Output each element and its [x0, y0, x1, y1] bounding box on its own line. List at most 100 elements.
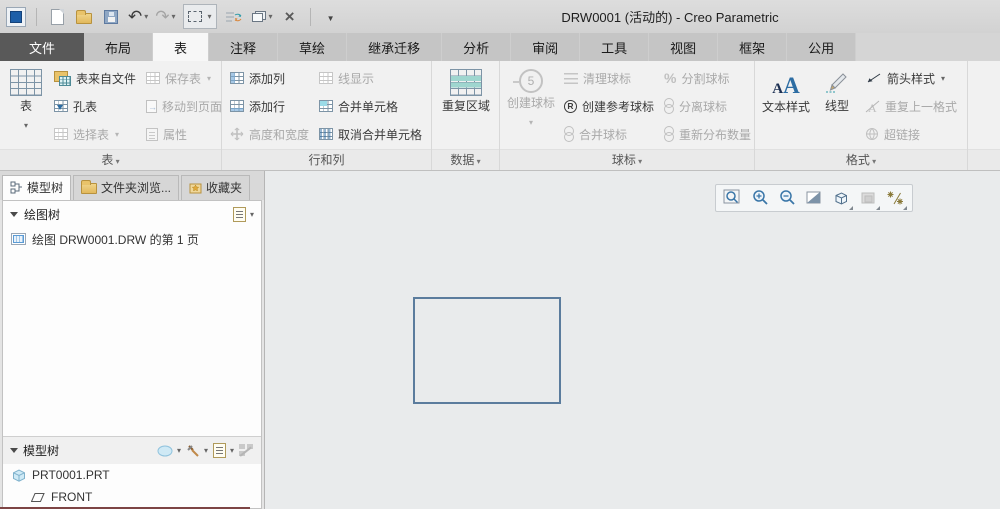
create-ref-balloon-button[interactable]: 创建参考球标: [559, 92, 659, 120]
redistribute-qty-button[interactable]: 重新分布数量: [659, 120, 756, 148]
move-to-page-button[interactable]: 移动到页面: [141, 92, 227, 120]
zoom-selection-button[interactable]: [721, 187, 745, 210]
table-button[interactable]: 表: [3, 64, 49, 131]
datum-display-button[interactable]: [883, 187, 907, 210]
detach-balloons-button[interactable]: 分离球标: [659, 92, 756, 120]
tree-options-icon: [212, 443, 226, 458]
split-balloons-button[interactable]: 分割球标: [659, 64, 756, 92]
qat-customize-button[interactable]: [321, 5, 341, 29]
drawing-tree-settings-button[interactable]: [232, 207, 254, 222]
create-balloon-button[interactable]: 5 创建球标: [503, 64, 559, 128]
select-table-icon: [54, 128, 68, 140]
add-column-icon: [230, 72, 244, 84]
text-style-button[interactable]: AA 文本样式: [758, 64, 814, 114]
model-tree-item-part[interactable]: PRT0001.PRT: [3, 464, 261, 486]
tab-legacy-migration[interactable]: 继承迁移: [347, 33, 443, 61]
tab-common[interactable]: 公用: [787, 33, 857, 61]
chevron-down-icon: [24, 117, 28, 131]
select-table-button[interactable]: 选择表: [49, 120, 141, 148]
height-width-button[interactable]: 高度和宽度: [225, 120, 314, 148]
split-balloons-icon: [664, 71, 676, 86]
quick-access-toolbar: [6, 4, 341, 29]
tab-sketch[interactable]: 草绘: [278, 33, 348, 61]
merge-balloons-button[interactable]: 合并球标: [559, 120, 659, 148]
redo-button[interactable]: [155, 5, 175, 29]
ribbon-group-balloon: 5 创建球标 清理球标 创建参考球标 合并球标: [500, 61, 755, 170]
model-tree-showhide-button[interactable]: [239, 444, 254, 457]
arrow-style-button[interactable]: 箭头样式: [860, 64, 962, 92]
tab-annotate[interactable]: 注释: [209, 33, 279, 61]
unmerge-cells-button[interactable]: 取消合并单元格: [314, 120, 427, 148]
repeat-last-format-icon: A: [865, 100, 880, 113]
redistribute-qty-icon: [664, 126, 675, 142]
selection-filter-button[interactable]: [182, 4, 217, 29]
model-tree-icon: [10, 181, 22, 194]
merge-balloons-icon: [564, 126, 574, 142]
group-label-balloon[interactable]: 球标: [500, 149, 754, 170]
qat-more-icon: [327, 10, 335, 24]
new-file-icon: [50, 8, 64, 25]
app-menu-button[interactable]: [6, 5, 26, 29]
clean-balloons-button[interactable]: 清理球标: [559, 64, 659, 92]
tab-file[interactable]: 文件: [0, 33, 84, 61]
close-window-button[interactable]: [280, 5, 300, 29]
arrow-style-icon: [867, 73, 881, 83]
collapse-icon[interactable]: [10, 448, 18, 453]
zoom-out-button[interactable]: [775, 187, 799, 210]
group-label-data[interactable]: 数据: [432, 149, 499, 170]
tab-model-tree[interactable]: 模型树: [2, 175, 72, 200]
hyperlink-button[interactable]: 超链接: [860, 120, 962, 148]
tab-framework[interactable]: 框架: [718, 33, 788, 61]
drawing-canvas[interactable]: [265, 171, 1000, 509]
repeat-last-format-button[interactable]: A 重复上一格式: [860, 92, 962, 120]
named-views-button[interactable]: [856, 187, 880, 210]
saved-orientations-button[interactable]: [829, 187, 853, 210]
tab-review[interactable]: 审阅: [511, 33, 581, 61]
app-window-icon: [6, 6, 26, 27]
window-cascade-button[interactable]: [251, 5, 273, 29]
undo-button[interactable]: [128, 5, 148, 29]
group-label-rowcol[interactable]: 行和列: [222, 149, 431, 170]
model-tree-settings-button[interactable]: [212, 443, 234, 458]
tab-table[interactable]: 表: [153, 33, 210, 61]
group-label-table[interactable]: 表: [0, 149, 221, 170]
drawing-tree-item[interactable]: 绘图 DRW0001.DRW 的第 1 页: [3, 228, 261, 250]
navigator-tabs: 模型树 文件夹浏览... 收藏夹: [0, 171, 264, 200]
refit-icon: [806, 191, 821, 204]
model-tree-filter-button[interactable]: [157, 445, 181, 457]
merge-cells-button[interactable]: 合并单元格: [314, 92, 427, 120]
model-tree-tools-button[interactable]: [186, 444, 208, 457]
table-icon: [10, 69, 42, 96]
collapse-icon[interactable]: [10, 212, 18, 217]
open-file-button[interactable]: [74, 5, 94, 29]
line-style-button[interactable]: 线型: [814, 64, 860, 113]
new-file-button[interactable]: [47, 5, 67, 29]
zoom-in-button[interactable]: [748, 187, 772, 210]
repeat-region-button[interactable]: 重复区域: [438, 64, 494, 113]
save-table-button[interactable]: 保存表: [141, 64, 227, 92]
add-row-button[interactable]: 添加行: [225, 92, 314, 120]
divider: [309, 7, 311, 26]
regenerate-button[interactable]: [224, 5, 244, 29]
refit-button[interactable]: [802, 187, 826, 210]
tab-analysis[interactable]: 分析: [442, 33, 512, 61]
tab-folder-browser[interactable]: 文件夹浏览...: [73, 175, 180, 200]
tab-layout[interactable]: 布局: [84, 33, 154, 61]
table-from-file-icon: [54, 70, 71, 86]
tab-favorites[interactable]: 收藏夹: [181, 175, 251, 200]
line-display-button[interactable]: 线显示: [314, 64, 427, 92]
drawing-table-outline[interactable]: [413, 297, 561, 404]
add-column-button[interactable]: 添加列: [225, 64, 314, 92]
hole-table-button[interactable]: 孔表: [49, 92, 141, 120]
properties-button[interactable]: 属性: [141, 120, 227, 148]
group-label-format[interactable]: 格式: [755, 149, 967, 170]
height-width-icon: [230, 127, 244, 141]
save-button[interactable]: [101, 5, 121, 29]
table-from-file-button[interactable]: 表来自文件: [49, 64, 141, 92]
tab-tools[interactable]: 工具: [580, 33, 650, 61]
line-display-icon: [319, 72, 334, 84]
named-views-icon: [861, 192, 874, 203]
navigator-body: 绘图树 绘图 DRW0001.DRW 的第 1 页 模型树: [2, 200, 262, 509]
model-tree-item-front[interactable]: FRONT: [3, 486, 261, 508]
tab-view[interactable]: 视图: [649, 33, 719, 61]
